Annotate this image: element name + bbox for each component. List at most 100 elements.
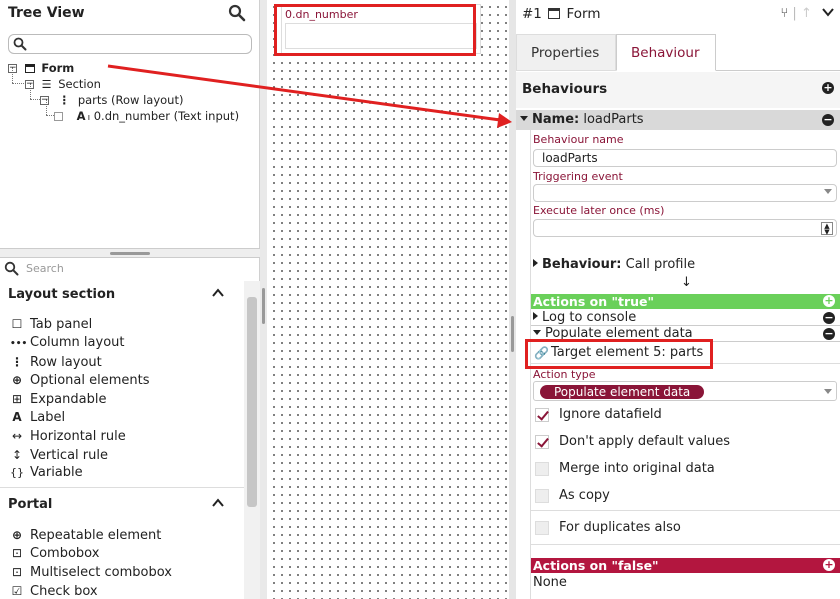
palette-item-tab-panel[interactable]: ☐ Tab panel xyxy=(10,315,93,333)
tree-filter-input[interactable] xyxy=(8,34,252,54)
right-panel: #1 Form ⑂ | ↑ Properties Behaviour Behav… xyxy=(516,0,840,599)
behaviour-name-input[interactable]: loadParts xyxy=(533,149,837,167)
tree-item-label: Section xyxy=(58,77,101,91)
right-splitter[interactable] xyxy=(509,0,516,599)
palette-item-optional-elements[interactable]: ⊕ Optional elements xyxy=(10,371,150,389)
layout-section-header[interactable]: Layout section xyxy=(0,281,244,309)
name-value: loadParts xyxy=(583,112,644,127)
action-type-select[interactable]: Populate element data xyxy=(533,381,837,401)
behaviour-name-heading: Name: loadParts xyxy=(520,112,644,127)
palette-item-multiselect-combobox[interactable]: ⊡ Multiselect combobox xyxy=(10,563,172,581)
divider xyxy=(531,510,840,511)
remove-action-icon[interactable]: − xyxy=(823,328,835,340)
add-behaviour-icon[interactable]: + xyxy=(822,82,834,94)
left-splitter[interactable] xyxy=(260,0,267,599)
tab-properties[interactable]: Properties xyxy=(516,34,616,71)
palette-item-label: Optional elements xyxy=(30,373,150,388)
chevron-down-icon[interactable] xyxy=(822,7,834,17)
splitter-grip[interactable] xyxy=(110,252,150,255)
section-title: Portal xyxy=(8,497,53,512)
divider xyxy=(0,487,244,488)
cursor-icon: ı xyxy=(87,113,91,123)
palette-item-label: Multiselect combobox xyxy=(30,565,173,580)
behaviour-type[interactable]: Behaviour: Call profile xyxy=(533,257,695,272)
tab-behaviour[interactable]: Behaviour xyxy=(616,34,716,71)
design-canvas[interactable]: 0.dn_number xyxy=(267,0,509,599)
action-log-to-console[interactable]: Log to console − xyxy=(531,310,840,326)
name-prefix: Name: xyxy=(532,112,580,127)
palette-item-label: Column layout xyxy=(30,335,125,350)
variable-icon: {} xyxy=(10,466,24,479)
add-action-icon[interactable]: + xyxy=(823,295,835,307)
tree-item-parts[interactable]: − ⋮ parts (Row layout) xyxy=(40,92,183,108)
form-icon xyxy=(548,8,561,19)
collapse-icon[interactable]: − xyxy=(8,64,17,73)
splitter-grip[interactable] xyxy=(511,316,514,352)
label-icon: A xyxy=(12,410,22,424)
tree-item-dn-number[interactable]: Aı 0.dn_number (Text input) xyxy=(54,108,239,124)
palette-item-combobox[interactable]: ⊡ Combobox xyxy=(10,544,99,562)
caret-right-icon xyxy=(533,259,538,267)
element-name: Form xyxy=(566,6,601,22)
execute-later-input[interactable]: ▲ ▼ xyxy=(533,219,837,237)
palette-item-label: Combobox xyxy=(30,546,100,561)
dropdown-arrow-icon xyxy=(824,189,832,194)
triggering-event-select[interactable] xyxy=(533,184,837,202)
palette-item-label-element[interactable]: A Label xyxy=(10,408,65,426)
tree-item-label: 0.dn_number (Text input) xyxy=(93,109,240,123)
palette-search[interactable]: Search xyxy=(0,259,260,279)
actions-true-bar: Actions on "true" + xyxy=(531,294,840,309)
palette-item-label: Repeatable element xyxy=(30,528,162,543)
checkbox-label: Ignore datafield xyxy=(559,407,662,422)
palette-item-row-layout[interactable]: ⋮ Row layout xyxy=(10,353,102,371)
remove-action-icon[interactable]: − xyxy=(823,312,835,324)
portal-section-header[interactable]: Portal xyxy=(0,491,244,519)
spinner-icon[interactable]: ▲ ▼ xyxy=(821,222,833,236)
palette-item-expandable[interactable]: ⊞ Expandable xyxy=(10,390,106,408)
action-type-chip: Populate element data xyxy=(540,385,705,399)
chevron-up-icon[interactable] xyxy=(212,497,224,509)
palette-item-horizontal-rule[interactable]: ↔ Horizontal rule xyxy=(10,427,126,445)
add-action-icon[interactable]: + xyxy=(823,559,835,571)
behaviour-prefix: Behaviour: xyxy=(542,257,622,272)
caret-down-icon xyxy=(533,330,541,335)
palette-item-vertical-rule[interactable]: ↕ Vertical rule xyxy=(10,446,108,464)
checkbox-checked[interactable] xyxy=(535,408,549,422)
tree-view-header: Tree View xyxy=(0,0,260,28)
checkbox-unchecked[interactable] xyxy=(535,489,549,503)
palette-item-variable[interactable]: {} Variable xyxy=(10,464,83,482)
checkbox-unchecked[interactable] xyxy=(535,462,549,476)
leaf-box-icon xyxy=(54,112,63,121)
form-icon xyxy=(24,64,35,73)
palette-scrollbar[interactable] xyxy=(244,281,260,599)
palette-item-repeatable-element[interactable]: ⊕ Repeatable element xyxy=(10,526,161,544)
chevron-up-icon[interactable] xyxy=(212,287,224,299)
palette-item-label: Vertical rule xyxy=(30,448,108,463)
text-input-icon: A xyxy=(76,109,86,123)
caret-down-icon xyxy=(520,116,528,121)
annotation-box-canvas xyxy=(274,4,476,56)
actions-false-label: Actions on "false" xyxy=(533,558,659,573)
expand-icon: ⊞ xyxy=(11,392,23,406)
tree-item-label: parts (Row layout) xyxy=(77,93,184,107)
dropdown-arrow-icon xyxy=(824,389,832,394)
tree-item-form[interactable]: − Form xyxy=(8,60,74,76)
repeatable-icon: ⊕ xyxy=(11,528,23,542)
checkbox-unchecked[interactable] xyxy=(535,521,549,535)
collapse-icon[interactable]: − xyxy=(40,96,49,105)
search-icon[interactable] xyxy=(228,4,246,22)
behaviour-name-bar[interactable]: Name: loadParts − xyxy=(516,110,840,130)
splitter-grip[interactable] xyxy=(262,288,265,324)
palette-item-column-layout[interactable]: ••• Column layout xyxy=(10,334,124,352)
combobox-icon: ⊡ xyxy=(11,546,23,560)
tree-item-section[interactable]: − ☰ Section xyxy=(25,76,101,92)
horizontal-splitter[interactable] xyxy=(0,248,260,258)
vertical-rule-icon: ↕ xyxy=(11,448,23,462)
remove-behaviour-icon[interactable]: − xyxy=(822,114,834,126)
panel-tabs: Properties Behaviour xyxy=(516,34,840,71)
palette-item-check-box[interactable]: ☑ Check box xyxy=(10,582,98,599)
checkbox-checked[interactable] xyxy=(535,435,549,449)
collapse-icon[interactable]: − xyxy=(25,80,34,89)
arrow-up-icon[interactable]: ↑ xyxy=(801,6,812,21)
scrollbar-thumb[interactable] xyxy=(247,297,257,507)
